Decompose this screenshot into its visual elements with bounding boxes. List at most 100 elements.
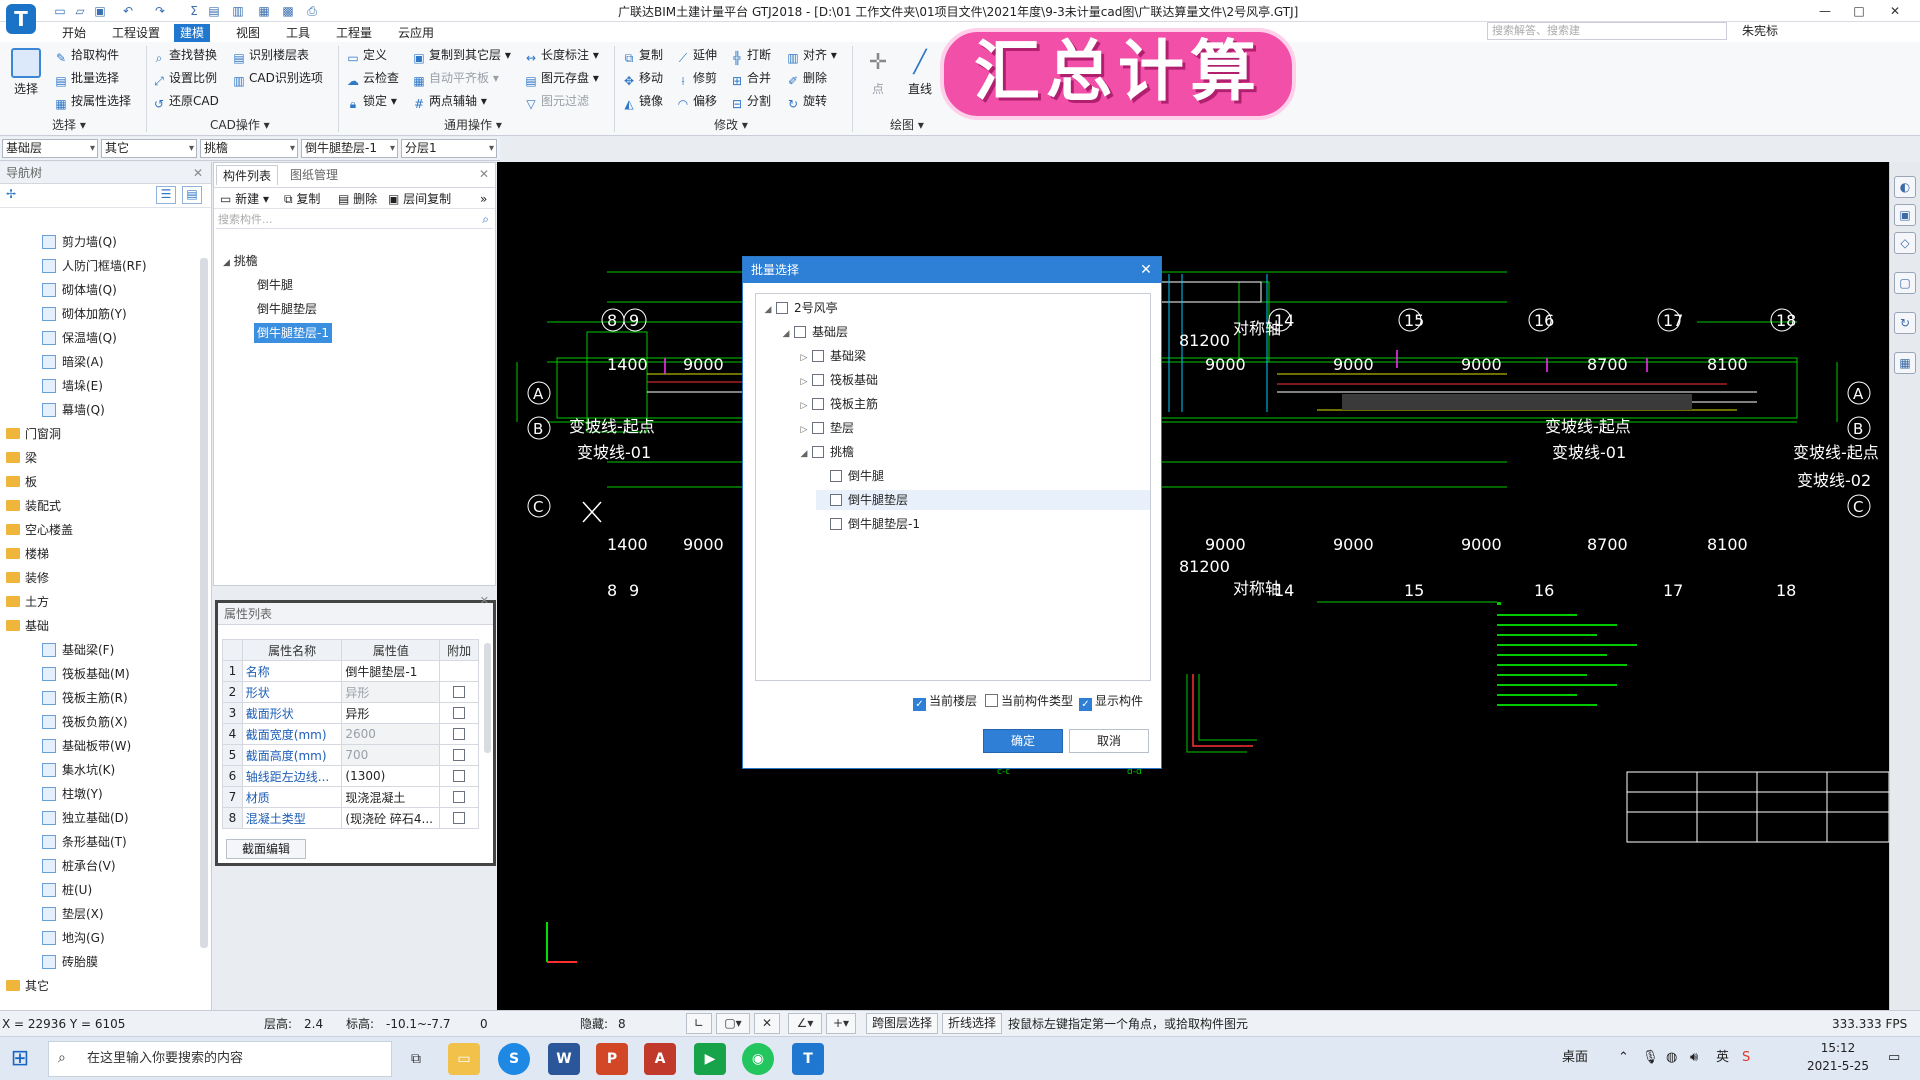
restore-cad-button[interactable]: ↺ 还原CAD bbox=[152, 92, 219, 111]
attach-checkbox[interactable] bbox=[453, 791, 466, 803]
tree-checkbox[interactable] bbox=[812, 374, 824, 386]
nav-folder[interactable]: 其它 bbox=[0, 976, 200, 996]
component-search-input[interactable]: 搜索构件... bbox=[216, 211, 493, 229]
nav-item[interactable]: 筏板基础(M) bbox=[0, 664, 200, 684]
break-button[interactable]: ╬ 打断 bbox=[730, 46, 771, 65]
save-icon[interactable]: ▣ bbox=[92, 3, 108, 19]
save-element-button[interactable]: ▤ 图元存盘 ▾ bbox=[524, 69, 599, 88]
property-row[interactable]: 2 形状 异形 bbox=[222, 681, 479, 703]
attach-checkbox[interactable] bbox=[453, 749, 466, 761]
nav-item[interactable]: 暗梁(A) bbox=[0, 352, 200, 372]
prop-close-icon[interactable]: ✕ bbox=[480, 594, 489, 607]
tab-component-list[interactable]: 构件列表 bbox=[216, 165, 279, 185]
cloud-check-button[interactable]: ☁ 云检查 bbox=[346, 69, 399, 88]
ok-button[interactable]: 确定 bbox=[983, 729, 1063, 753]
nav-item[interactable]: 人防门框墙(RF) bbox=[0, 256, 200, 276]
tree-node[interactable]: ▷ 垫层 bbox=[798, 418, 854, 438]
calculator-icon[interactable]: ▦ bbox=[1894, 352, 1916, 374]
menu-tab-project-settings[interactable]: 工程设置 bbox=[106, 24, 166, 42]
nav-item[interactable]: 剪力墙(Q) bbox=[0, 232, 200, 252]
nav-folder[interactable]: 装配式 bbox=[0, 496, 200, 516]
help-search-input[interactable]: 搜索解答、搜索建 bbox=[1487, 22, 1727, 40]
view-3d-icon[interactable]: ▣ bbox=[1894, 204, 1916, 226]
nav-item[interactable]: 筏板主筋(R) bbox=[0, 688, 200, 708]
attach-checkbox[interactable] bbox=[453, 770, 466, 782]
restore-icon[interactable]: □ bbox=[1850, 2, 1868, 20]
task-view-icon[interactable]: ⧉ bbox=[400, 1043, 432, 1075]
property-row[interactable]: 1 名称 倒牛腿垫层-1 bbox=[222, 660, 479, 682]
attach-checkbox[interactable] bbox=[453, 728, 466, 740]
select-button[interactable]: 选择 bbox=[6, 46, 46, 108]
move-button[interactable]: ✥ 移动 bbox=[622, 69, 663, 88]
nav-folder[interactable]: 装修 bbox=[0, 568, 200, 588]
tree-node[interactable]: ▷ 筏板主筋 bbox=[798, 394, 878, 414]
tree-node[interactable]: ◢ 2号风亭 bbox=[762, 298, 838, 318]
angle-icon[interactable]: ∠▾ bbox=[788, 1013, 822, 1034]
component-tree-item-selected[interactable]: 倒牛腿垫层-1 bbox=[254, 323, 332, 343]
sum-icon[interactable]: Σ bbox=[186, 3, 202, 19]
clock-time[interactable]: 15:12 bbox=[1810, 1041, 1866, 1055]
list-view-icon[interactable]: ☰ bbox=[156, 186, 176, 204]
option-checkbox[interactable]: ✓ 当前楼层 bbox=[913, 693, 977, 711]
open-file-icon[interactable]: ▱ bbox=[72, 3, 88, 19]
tree-node[interactable]: ◢ 基础层 bbox=[780, 322, 848, 342]
tree-checkbox[interactable] bbox=[830, 518, 842, 530]
tree-checkbox[interactable] bbox=[776, 302, 788, 314]
tree-node[interactable]: 倒牛腿 bbox=[816, 466, 884, 486]
offset-button[interactable]: ◠ 偏移 bbox=[676, 92, 717, 111]
copy-button[interactable]: ⧉ 复制 bbox=[622, 46, 663, 65]
find-replace-button[interactable]: ⌕ 查找替换 bbox=[152, 46, 217, 65]
define-button[interactable]: ▭ 定义 bbox=[346, 46, 387, 65]
pin-icon[interactable]: ✢ bbox=[6, 187, 16, 201]
merge-button[interactable]: ⊞ 合并 bbox=[730, 69, 771, 88]
layer-select[interactable]: 分层1 bbox=[401, 139, 497, 158]
nav-item[interactable]: 筏板负筋(X) bbox=[0, 712, 200, 732]
nav-item[interactable]: 桩(U) bbox=[0, 880, 200, 900]
tree-node[interactable]: ◢ 挑檐 bbox=[798, 442, 854, 462]
component-tree-item[interactable]: 倒牛腿垫层 bbox=[254, 299, 320, 319]
property-value[interactable]: 倒牛腿垫层-1 bbox=[341, 660, 441, 682]
property-value[interactable]: 现浇混凝土 bbox=[341, 786, 441, 808]
property-value[interactable]: (现浇砼 碎石4... bbox=[341, 807, 441, 829]
nav-folder[interactable]: 楼梯 bbox=[0, 544, 200, 564]
property-value[interactable]: (1300) bbox=[341, 765, 441, 787]
element-filter-button[interactable]: ▽ 图元过滤 bbox=[524, 92, 589, 111]
auto-align-slab-button[interactable]: ▦ 自动平齐板 ▾ bbox=[412, 69, 499, 88]
mirror-button[interactable]: ◭ 镜像 bbox=[622, 92, 663, 111]
nav-folder[interactable]: 梁 bbox=[0, 448, 200, 468]
nav-item[interactable]: 砌体墙(Q) bbox=[0, 280, 200, 300]
property-row[interactable]: 5 截面高度(mm) 700 bbox=[222, 744, 479, 766]
property-row[interactable]: 8 混凝土类型 (现浇砼 碎石4... bbox=[222, 807, 479, 829]
menu-tab-tools[interactable]: 工具 bbox=[280, 24, 316, 42]
orbit-icon[interactable]: ◐ bbox=[1894, 176, 1916, 198]
cad-identify-options-button[interactable]: ▥ CAD识别选项 bbox=[232, 69, 323, 88]
view-report-icon[interactable]: ▥ bbox=[230, 3, 246, 19]
menu-tab-modeling[interactable]: 建模 bbox=[174, 24, 211, 42]
section-edit-button[interactable]: 截面编辑 bbox=[226, 839, 306, 859]
user-name[interactable]: 朱宪标 bbox=[1742, 22, 1778, 39]
draw-line-button[interactable]: ╱ 直线 bbox=[900, 46, 940, 108]
nav-folder[interactable]: 基础 bbox=[0, 616, 200, 636]
network-icon[interactable]: ◍ bbox=[1666, 1049, 1677, 1067]
menu-tab-start[interactable]: 开始 bbox=[56, 24, 92, 42]
copy-to-other-floor-button[interactable]: ▣ 复制到其它层 ▾ bbox=[412, 46, 511, 65]
close-icon[interactable]: ✕ bbox=[1137, 261, 1155, 279]
nav-folder[interactable]: 门窗洞 bbox=[0, 424, 200, 444]
option-checkbox[interactable]: ✓ 显示构件 bbox=[1079, 693, 1143, 711]
rotate-view-icon[interactable]: ↻ bbox=[1894, 312, 1916, 334]
tree-checkbox[interactable] bbox=[830, 470, 842, 482]
tree-node[interactable]: ▷ 筏板基础 bbox=[798, 370, 878, 390]
pick-component-button[interactable]: ✎ 拾取构件 bbox=[54, 46, 119, 65]
sogou-icon[interactable]: S bbox=[498, 1043, 530, 1075]
microphone-icon[interactable]: 🎙︎ bbox=[1642, 1049, 1659, 1067]
nav-close-icon[interactable]: ✕ bbox=[193, 162, 203, 184]
delete-component-button[interactable]: ▤ 删除 bbox=[338, 191, 377, 207]
expand-icon[interactable]: ▷ bbox=[798, 372, 810, 392]
expand-icon[interactable]: ▷ bbox=[798, 420, 810, 440]
split-button[interactable]: ⊟ 分割 bbox=[730, 92, 771, 111]
copy-between-floors-button[interactable]: ▣ 层间复制 bbox=[388, 191, 451, 207]
nav-item[interactable]: 垫层(X) bbox=[0, 904, 200, 924]
nav-item[interactable]: 独立基础(D) bbox=[0, 808, 200, 828]
rotate-button[interactable]: ↻ 旋转 bbox=[786, 92, 827, 111]
tree-node[interactable]: 倒牛腿垫层 bbox=[816, 490, 1150, 510]
